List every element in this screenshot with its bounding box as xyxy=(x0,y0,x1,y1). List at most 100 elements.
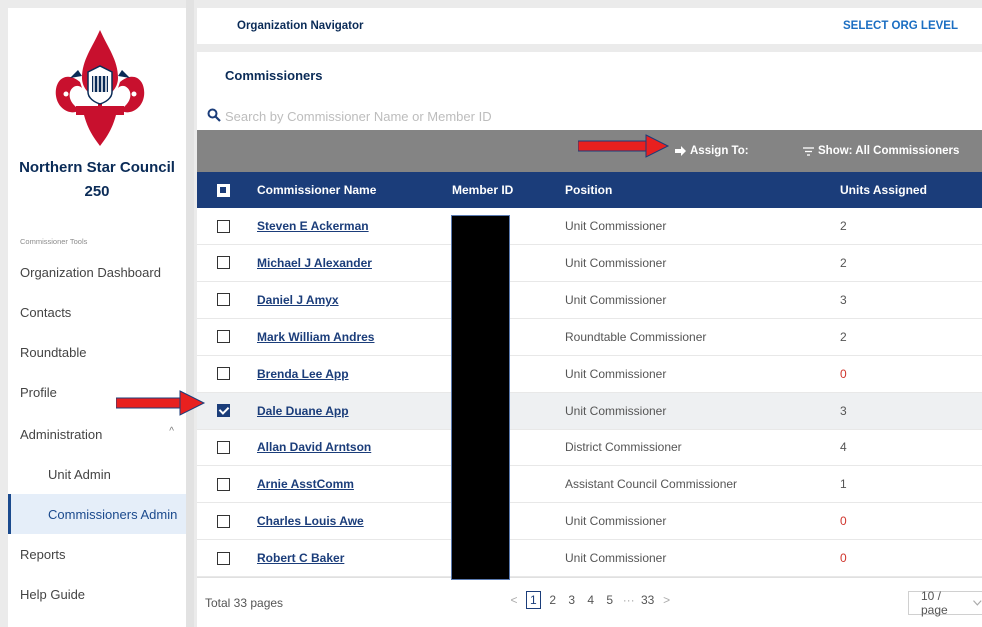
sidebar: Northern Star Council 250 Commissioner T… xyxy=(8,8,186,627)
commissioner-name-link[interactable]: Michael J Alexander xyxy=(257,256,372,270)
col-commissioner-name[interactable]: Commissioner Name xyxy=(257,172,376,208)
nav-label: Unit Admin xyxy=(48,466,111,482)
table-row[interactable]: Allan David Arntson District Commissioner… xyxy=(197,429,982,467)
nav-help-guide[interactable]: Help Guide xyxy=(8,574,186,614)
row-select-cell xyxy=(217,208,230,244)
row-checkbox[interactable] xyxy=(217,367,230,381)
page-size-select[interactable]: 10 / page xyxy=(908,589,982,617)
position-cell: Unit Commissioner xyxy=(565,551,667,566)
commissioner-name-link[interactable]: Dale Duane App xyxy=(257,404,349,418)
nav-label: Administration xyxy=(20,426,103,442)
next-page-button[interactable]: > xyxy=(660,591,674,609)
row-checkbox[interactable] xyxy=(217,219,230,233)
arrow-right-icon xyxy=(675,146,686,156)
position-cell: Unit Commissioner xyxy=(565,514,667,529)
table-row[interactable]: Brenda Lee App Unit Commissioner 0 xyxy=(197,356,982,393)
row-checkbox[interactable] xyxy=(217,256,230,270)
member-id-redaction xyxy=(451,215,510,580)
select-all-checkbox[interactable] xyxy=(217,183,230,197)
table-row[interactable]: Dale Duane App Unit Commissioner 3 xyxy=(197,392,982,430)
row-checkbox[interactable] xyxy=(217,293,230,307)
row-select-cell xyxy=(217,282,230,318)
chevron-up-icon: ^ xyxy=(169,426,174,437)
name-cell: Steven E Ackerman xyxy=(257,208,369,244)
page-1-button[interactable]: 1 xyxy=(526,591,541,609)
name-cell: Charles Louis Awe xyxy=(257,503,364,539)
name-cell: Michael J Alexander xyxy=(257,245,372,281)
select-org-level-link[interactable]: SELECT ORG LEVEL xyxy=(843,20,958,32)
table-row[interactable]: Charles Louis Awe Unit Commissioner 0 xyxy=(197,503,982,541)
annotation-arrow-selected-row xyxy=(116,390,206,416)
row-checkbox[interactable] xyxy=(217,440,230,454)
units-assigned-cell: 3 xyxy=(840,292,847,307)
name-cell: Allan David Arntson xyxy=(257,429,371,465)
table-header: Commissioner Name Member ID Position Uni… xyxy=(197,172,982,208)
units-assigned-cell: 2 xyxy=(840,329,847,344)
units-assigned-cell: 4 xyxy=(840,440,847,455)
row-checkbox[interactable] xyxy=(217,330,230,344)
position-cell: Unit Commissioner xyxy=(565,403,667,418)
select-all-cell xyxy=(217,172,230,208)
show-filter-label: Show: All Commissioners xyxy=(818,145,960,157)
table-row[interactable]: Michael J Alexander Unit Commissioner 2 xyxy=(197,245,982,282)
units-assigned-cell: 2 xyxy=(840,255,847,270)
table-row[interactable]: Arnie AsstComm Assistant Council Commissi… xyxy=(197,466,982,504)
search-input[interactable] xyxy=(207,106,607,126)
nav-label: Organization Dashboard xyxy=(20,264,161,280)
row-select-cell xyxy=(217,319,230,355)
page-4-button[interactable]: 4 xyxy=(584,591,598,609)
position-cell: Unit Commissioner xyxy=(565,366,667,381)
table-row[interactable]: Mark William Andres Roundtable Commission… xyxy=(197,319,982,356)
commissioner-name-link[interactable]: Robert C Baker xyxy=(257,551,344,565)
show-filter-button[interactable]: Show: All Commissioners xyxy=(803,130,959,172)
commissioner-name-link[interactable]: Steven E Ackerman xyxy=(257,219,369,233)
units-assigned-cell: 1 xyxy=(840,477,847,492)
row-select-cell xyxy=(217,429,230,465)
position-cell: Roundtable Commissioner xyxy=(565,329,707,344)
row-checkbox[interactable] xyxy=(217,404,230,417)
nav-unit-admin[interactable]: Unit Admin xyxy=(8,454,186,494)
nav-reports[interactable]: Reports xyxy=(8,534,186,574)
commissioner-name-link[interactable]: Charles Louis Awe xyxy=(257,514,364,528)
col-member-id[interactable]: Member ID xyxy=(452,172,513,208)
row-select-cell xyxy=(217,356,230,392)
row-checkbox[interactable] xyxy=(217,477,230,491)
row-checkbox[interactable] xyxy=(217,551,230,565)
nav-organization-dashboard[interactable]: Organization Dashboard xyxy=(8,252,186,292)
org-navigator-bar: Organization Navigator SELECT ORG LEVEL xyxy=(197,8,982,44)
nav-commissioners-admin[interactable]: Commissioners Admin xyxy=(8,494,186,534)
org-navigator-title: Organization Navigator xyxy=(237,20,364,32)
chevron-down-icon xyxy=(973,600,982,606)
col-position[interactable]: Position xyxy=(565,172,612,208)
nav-administration[interactable]: Administration ^ xyxy=(8,414,186,454)
table-row[interactable]: Robert C Baker Unit Commissioner 0 xyxy=(197,540,982,578)
commissioner-name-link[interactable]: Daniel J Amyx xyxy=(257,293,339,307)
more-pages-ellipsis[interactable]: ··· xyxy=(622,591,636,609)
nav-roundtable[interactable]: Roundtable xyxy=(8,332,186,372)
table-row[interactable]: Daniel J Amyx Unit Commissioner 3 xyxy=(197,282,982,319)
row-checkbox[interactable] xyxy=(217,514,230,528)
page-2-button[interactable]: 2 xyxy=(546,591,560,609)
row-select-cell xyxy=(217,466,230,502)
assign-to-button[interactable]: Assign To: xyxy=(675,130,749,172)
row-select-cell xyxy=(217,393,230,429)
commissioner-name-link[interactable]: Allan David Arntson xyxy=(257,440,371,454)
nav-label: Profile xyxy=(20,384,57,400)
commissioner-name-link[interactable]: Arnie AsstComm xyxy=(257,477,354,491)
col-units-assigned[interactable]: Units Assigned xyxy=(840,172,927,208)
page-33-button[interactable]: 33 xyxy=(641,591,655,609)
council-name: Northern Star Council 250 xyxy=(19,159,175,200)
annotation-arrow-assign xyxy=(578,134,670,158)
commissioner-name-link[interactable]: Mark William Andres xyxy=(257,330,374,344)
nav-label: Commissioners Admin xyxy=(48,506,178,522)
nav-contacts[interactable]: Contacts xyxy=(8,292,186,332)
page-3-button[interactable]: 3 xyxy=(565,591,579,609)
pagination-footer: Total 33 pages < 1 2 3 4 5 ··· 33 > 10 /… xyxy=(197,577,982,627)
commissioner-name-link[interactable]: Brenda Lee App xyxy=(257,367,349,381)
page-5-button[interactable]: 5 xyxy=(603,591,617,609)
prev-page-button[interactable]: < xyxy=(507,591,521,609)
row-select-cell xyxy=(217,540,230,576)
position-cell: District Commissioner xyxy=(565,440,682,455)
table-row[interactable]: Steven E Ackerman Unit Commissioner 2 xyxy=(197,208,982,245)
nav-label: Reports xyxy=(20,546,66,562)
